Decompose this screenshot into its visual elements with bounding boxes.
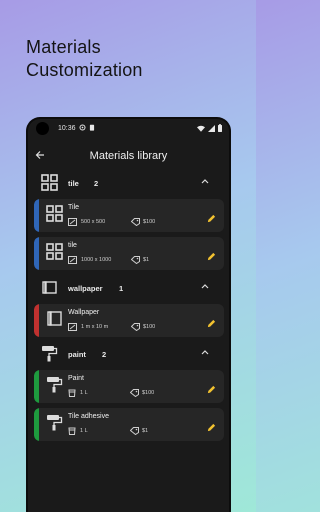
wifi-icon — [197, 125, 205, 132]
price-tag-icon — [131, 323, 140, 331]
edit-button[interactable] — [207, 419, 216, 437]
paint-roller-icon — [41, 345, 58, 364]
pencil-icon — [207, 423, 216, 432]
group-header-tile[interactable]: tile 2 — [28, 172, 229, 194]
status-notification-icons — [79, 124, 95, 131]
paint-roller-icon — [46, 376, 63, 398]
signal-icon — [208, 124, 215, 132]
headline-line-1: Materials — [26, 37, 101, 57]
pencil-icon — [207, 252, 216, 261]
material-name: Tile — [68, 204, 80, 211]
group-name: paint — [68, 350, 86, 359]
chevron-up-icon[interactable] — [201, 281, 209, 291]
material-quantity: 500 x 500 — [81, 219, 106, 225]
front-camera — [36, 122, 49, 135]
group-header-wallpaper[interactable]: wallpaper 1 — [28, 277, 229, 299]
battery-icon — [218, 124, 222, 132]
sync-icon — [79, 124, 86, 131]
app-bar: Materials library — [28, 146, 229, 168]
category-color-bar — [34, 370, 39, 403]
material-name: Paint — [68, 375, 84, 382]
category-color-bar — [34, 304, 39, 337]
chevron-up-icon[interactable] — [201, 176, 209, 186]
edit-button[interactable] — [207, 315, 216, 333]
page-title: Materials library — [89, 150, 168, 162]
edit-button[interactable] — [207, 248, 216, 266]
size-icon — [68, 323, 77, 331]
pencil-icon — [207, 319, 216, 328]
paint-roller-icon — [46, 414, 63, 436]
paint-can-icon — [68, 427, 76, 435]
status-time: 10:36 — [58, 125, 76, 132]
material-quantity: 1 m x 10 m — [81, 324, 109, 330]
pencil-icon — [207, 214, 216, 223]
material-card-tile-adhesive[interactable]: Tile adhesive 1 L $1 — [34, 408, 224, 441]
price-tag-icon — [131, 218, 140, 226]
pencil-icon — [207, 385, 216, 394]
wallpaper-icon — [41, 279, 58, 298]
material-card-paint[interactable]: Paint 1 L $100 — [34, 370, 224, 403]
edit-button[interactable] — [207, 381, 216, 399]
material-price: $100 — [142, 390, 155, 396]
material-card-tile-2[interactable]: tile 1000 x 1000 $1 — [34, 237, 224, 270]
clipboard-icon — [89, 124, 95, 131]
chevron-up-icon[interactable] — [201, 347, 209, 357]
group-name: tile — [68, 179, 79, 188]
material-name: tile — [68, 242, 77, 249]
edit-button[interactable] — [207, 210, 216, 228]
material-quantity: 1 L — [80, 428, 88, 434]
group-count: 1 — [119, 284, 124, 293]
material-name: Tile adhesive — [68, 413, 109, 420]
size-icon — [68, 218, 77, 226]
material-quantity: 1000 x 1000 — [81, 257, 112, 263]
grid-icon — [41, 174, 58, 193]
material-quantity: 1 L — [80, 390, 88, 396]
group-count: 2 — [102, 350, 107, 359]
grid-icon — [46, 205, 63, 227]
material-price: $1 — [142, 428, 149, 434]
phone-screen: 10:36 Materials library tile 2 Tile 500 … — [26, 117, 231, 512]
group-name: wallpaper — [68, 284, 103, 293]
size-icon — [68, 256, 77, 264]
material-card-tile[interactable]: Tile 500 x 500 $100 — [34, 199, 224, 232]
material-name: Wallpaper — [68, 309, 100, 316]
group-header-paint[interactable]: paint 2 — [28, 343, 229, 365]
price-tag-icon — [130, 427, 139, 435]
wallpaper-icon — [46, 310, 63, 332]
headline: Materials Customization — [26, 36, 143, 82]
status-bar: 10:36 — [28, 119, 229, 139]
group-count: 2 — [94, 179, 99, 188]
material-price: $100 — [143, 219, 156, 225]
category-color-bar — [34, 408, 39, 441]
material-price: $100 — [143, 324, 156, 330]
category-color-bar — [34, 237, 39, 270]
status-system-icons — [197, 124, 222, 132]
price-tag-icon — [131, 256, 140, 264]
grid-icon — [46, 243, 63, 265]
price-tag-icon — [130, 389, 139, 397]
material-card-wallpaper[interactable]: Wallpaper 1 m x 10 m $100 — [34, 304, 224, 337]
paint-can-icon — [68, 389, 76, 397]
category-color-bar — [34, 199, 39, 232]
headline-line-2: Customization — [26, 60, 143, 80]
material-price: $1 — [143, 257, 150, 263]
